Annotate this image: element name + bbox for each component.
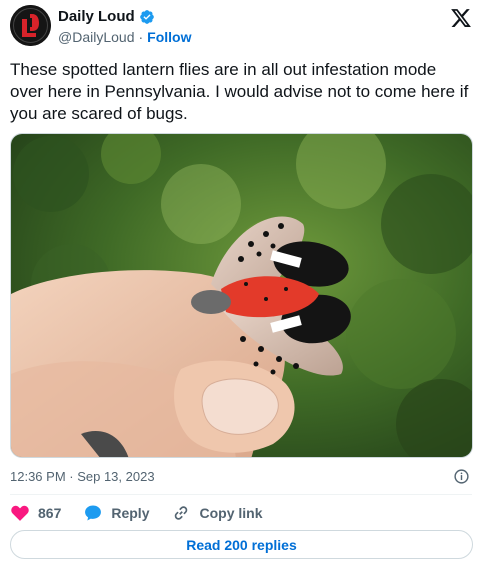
avatar[interactable] bbox=[10, 5, 51, 46]
timestamp[interactable]: 12:36 PM · Sep 13, 2023 bbox=[10, 469, 155, 484]
x-logo-icon[interactable] bbox=[450, 7, 472, 29]
tweet-text: These spotted lantern flies are in all o… bbox=[10, 60, 469, 123]
action-bar: 867 Reply Copy link bbox=[10, 502, 285, 524]
info-icon[interactable] bbox=[453, 468, 470, 485]
lanternfly-photo bbox=[11, 134, 472, 457]
tweet-media[interactable] bbox=[10, 133, 473, 458]
tweet-card: Daily Loud @DailyLoud · Follow These spo… bbox=[0, 0, 481, 569]
handle[interactable]: @DailyLoud bbox=[58, 29, 134, 45]
copy-link-button[interactable]: Copy link bbox=[171, 503, 263, 523]
heart-icon bbox=[11, 505, 29, 521]
link-icon bbox=[175, 506, 188, 520]
divider bbox=[10, 494, 472, 495]
handle-row: @DailyLoud · Follow bbox=[58, 29, 191, 45]
reply-label: Reply bbox=[111, 505, 150, 521]
display-name[interactable]: Daily Loud bbox=[58, 8, 135, 25]
daily-loud-logo bbox=[10, 5, 51, 46]
reply-button[interactable]: Reply bbox=[83, 503, 149, 523]
follow-button[interactable]: Follow bbox=[147, 29, 191, 45]
copy-link-label: Copy link bbox=[199, 505, 263, 521]
like-button[interactable]: 867 bbox=[10, 503, 61, 523]
read-replies-button[interactable]: Read 200 replies bbox=[10, 530, 473, 559]
tweet-header: Daily Loud @DailyLoud · Follow bbox=[10, 5, 472, 47]
verified-badge-icon bbox=[139, 9, 154, 24]
separator-dot: · bbox=[138, 29, 144, 45]
reply-bubble-icon bbox=[85, 505, 102, 521]
like-count: 867 bbox=[38, 505, 62, 521]
name-row: Daily Loud bbox=[58, 8, 155, 25]
tweet-meta: 12:36 PM · Sep 13, 2023 bbox=[10, 468, 472, 486]
